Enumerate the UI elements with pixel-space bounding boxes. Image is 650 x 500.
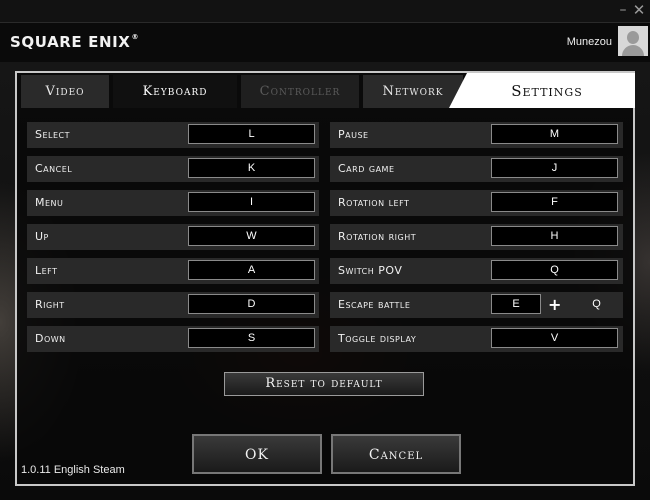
binding-label: Rotation right: [338, 230, 417, 243]
ok-button[interactable]: OK: [192, 434, 322, 474]
brand-logo: SQUARE ENIX®: [10, 33, 139, 51]
key-field-left[interactable]: A: [188, 260, 315, 280]
binding-label: Down: [35, 332, 66, 345]
reset-to-default-button[interactable]: Reset to default: [224, 372, 424, 396]
binding-row-down: Down S: [27, 326, 319, 352]
binding-label: Up: [35, 230, 49, 243]
binding-label: Pause: [338, 128, 369, 141]
key-field-card-game[interactable]: J: [491, 158, 618, 178]
binding-row-switch-pov: Switch POV Q: [330, 258, 623, 284]
binding-row-rotation-right: Rotation right H: [330, 224, 623, 250]
binding-row-left: Left A: [27, 258, 319, 284]
binding-row-right: Right D: [27, 292, 319, 318]
header: SQUARE ENIX® Munezou: [0, 22, 650, 63]
key-field-toggle-display[interactable]: V: [491, 328, 618, 348]
binding-row-toggle-display: Toggle display V: [330, 326, 623, 352]
key-field-down[interactable]: S: [188, 328, 315, 348]
tab-video[interactable]: Video: [21, 75, 109, 108]
brand-name: SQUARE ENIX: [10, 33, 131, 51]
binding-row-escape-battle: Escape battle E + Q: [330, 292, 623, 318]
binding-label: Left: [35, 264, 58, 277]
key-field-switch-pov[interactable]: Q: [491, 260, 618, 280]
binding-row-pause: Pause M: [330, 122, 623, 148]
key-field-menu[interactable]: I: [188, 192, 315, 212]
registered-mark: ®: [131, 33, 140, 41]
binding-label: Right: [35, 298, 65, 311]
binding-label: Card game: [338, 162, 395, 175]
close-icon[interactable]: ✕: [630, 1, 648, 19]
binding-label: Cancel: [35, 162, 73, 175]
tab-controller[interactable]: Controller: [241, 75, 359, 108]
key-field-rotation-right[interactable]: H: [491, 226, 618, 246]
binding-label: Escape battle: [338, 298, 411, 311]
key-field-up[interactable]: W: [188, 226, 315, 246]
tab-network[interactable]: Network: [363, 75, 463, 108]
binding-label: Toggle display: [338, 332, 417, 345]
key-field-escape-battle-secondary[interactable]: Q: [575, 294, 618, 314]
key-field-select[interactable]: L: [188, 124, 315, 144]
key-field-right[interactable]: D: [188, 294, 315, 314]
binding-row-menu: Menu I: [27, 190, 319, 216]
cancel-button[interactable]: Cancel: [331, 434, 461, 474]
title-bar: – ✕: [0, 0, 650, 22]
binding-label: Select: [35, 128, 71, 141]
avatar[interactable]: [618, 26, 648, 56]
binding-row-up: Up W: [27, 224, 319, 250]
binding-row-rotation-left: Rotation left F: [330, 190, 623, 216]
key-field-cancel[interactable]: K: [188, 158, 315, 178]
avatar-body-icon: [622, 45, 644, 56]
binding-label: Switch POV: [338, 264, 403, 277]
key-field-pause[interactable]: M: [491, 124, 618, 144]
binding-row-card-game: Card game J: [330, 156, 623, 182]
binding-row-cancel: Cancel K: [27, 156, 319, 182]
binding-row-select: Select L: [27, 122, 319, 148]
version-label: 1.0.11 English Steam: [21, 464, 125, 476]
tab-keyboard[interactable]: Keyboard: [113, 75, 237, 108]
avatar-head-icon: [627, 31, 639, 44]
username: Munezou: [566, 36, 612, 48]
plus-sign: +: [548, 295, 562, 314]
tab-settings[interactable]: Settings: [449, 73, 635, 108]
settings-panel: Video Keyboard Controller Network Settin…: [15, 71, 635, 486]
binding-label: Rotation left: [338, 196, 410, 209]
key-field-rotation-left[interactable]: F: [491, 192, 618, 212]
binding-label: Menu: [35, 196, 64, 209]
key-field-escape-battle[interactable]: E: [491, 294, 541, 314]
